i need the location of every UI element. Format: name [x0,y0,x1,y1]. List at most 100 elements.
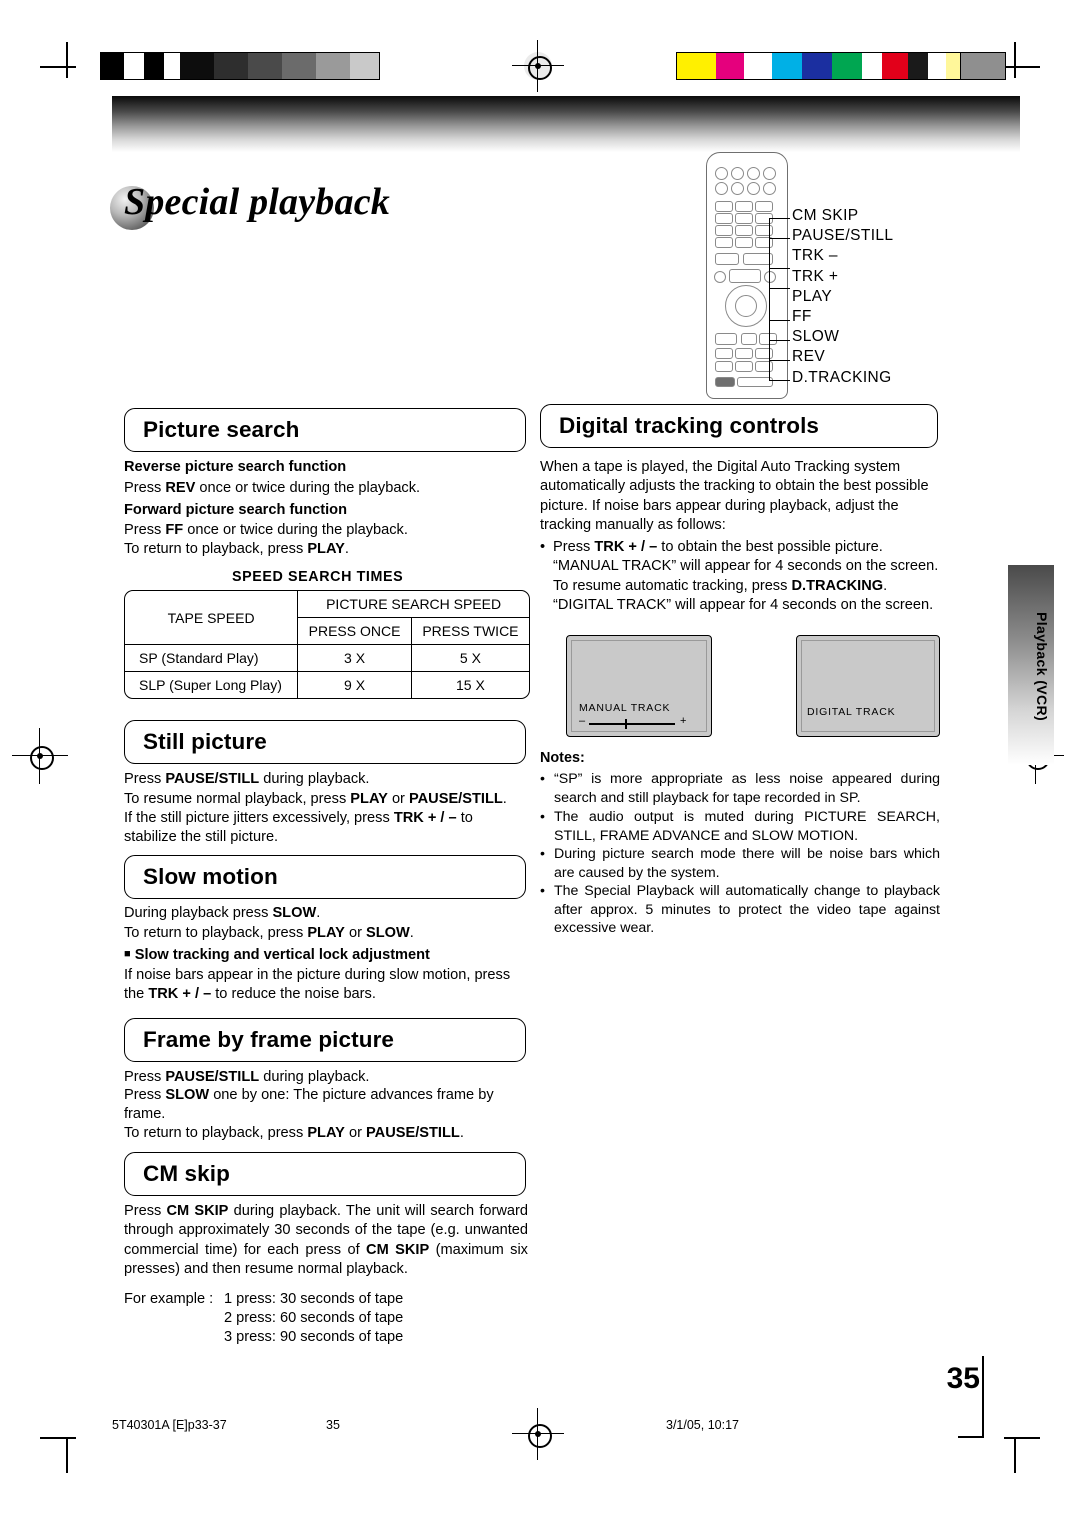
callout-label-pause-still: PAUSE/STILL [792,227,894,245]
registration-mark-left [12,728,68,784]
picture-search-sub-reverse: Reverse picture search function [124,458,524,477]
picture-search-sub-reverse-text: Reverse picture search function [124,459,347,475]
note-item-2: • The audio output is muted during PICTU… [540,808,940,845]
section-heading-digital-tracking-text: Digital tracking controls [559,413,820,438]
remote-cm-skip-button [715,253,739,265]
callout-leader-vert [769,218,771,381]
slow-motion-subheading-text: Slow tracking and vertical lock adjustme… [134,947,430,963]
note-item-4-text: The Special Playback will automatically … [554,883,940,937]
tracking-bar-plus-label: + [680,715,687,727]
picture-search-sub-forward-text: Forward picture search function [124,502,347,518]
section-heading-still-picture-text: Still picture [143,729,267,754]
note-item-4: • The Special Playback will automaticall… [540,882,940,938]
still-picture-line-1: Press PAUSE/STILL during playback. [124,771,370,787]
callout-label-trk-plus: TRK + [792,267,839,285]
remote-control-illustration [706,152,788,399]
callout-label-d-tracking: D.TRACKING [792,368,892,386]
slow-motion-subheading: ■ Slow tracking and vertical lock adjust… [124,945,534,965]
remote-trk-minus-button [714,271,726,283]
callout-label-trk-minus: TRK – [792,247,838,265]
note-item-1: • “SP” is more appropriate as less noise… [540,770,940,807]
table-cell-tape-speed: SLP (Super Long Play) [125,671,299,698]
table-cell-press-twice: 15 X [410,671,529,698]
frame-by-frame-line-3: To return to playback, press PLAY or PAU… [124,1125,464,1141]
table-cell-press-once: 3 X [297,644,412,672]
remote-d-tracking-button [715,377,735,387]
section-heading-picture-search-text: Picture search [143,417,300,442]
still-picture-line-3: If the still picture jitters excessively… [124,810,473,846]
table-cell-press-once: 9 X [297,671,412,698]
callout-label-cm-skip: CM SKIP [792,207,859,224]
section-heading-picture-search: Picture search [124,408,526,452]
cm-skip-example-2: 2 press: 60 seconds of tape [224,1310,404,1326]
table-row-header-1: TAPE SPEED PICTURE SEARCH SPEED [125,591,529,645]
callout-leader-3 [770,268,790,270]
section-heading-slow-motion: Slow motion [124,855,526,899]
cm-skip-example-3: 3 press: 90 seconds of tape [224,1329,404,1345]
page-number-rule-horizontal [958,1436,984,1438]
table-header-tape-speed: TAPE SPEED [125,591,299,645]
callout-leader-6 [770,340,790,342]
crop-mark-br-v [1014,1437,1016,1473]
page-number: 35 [946,1362,980,1395]
crop-mark-bl-v [66,1437,68,1473]
tracking-bar-indicator: – + [579,715,689,730]
picture-search-sub-forward: Forward picture search function [124,501,524,520]
tv-screen-digital-track: DIGITAL TRACK [796,635,940,737]
still-picture-line-2: To resume normal playback, press PLAY or… [124,791,507,807]
speed-table-caption: SPEED SEARCH TIMES [232,569,404,585]
crop-mark-tr-v [1014,42,1016,78]
tv-screen-manual-track-caption: MANUAL TRACK [579,702,671,714]
remote-callout-list: CM SKIP PAUSE/STILL TRK – TRK + PLAY FF … [792,206,992,388]
table-row: SLP (Super Long Play) 9 X 15 X [125,671,529,698]
slow-motion-line-1: During playback press SLOW. [124,905,321,921]
cm-skip-example-label: For example : [124,1290,213,1309]
table-cell-press-twice: 5 X [410,644,529,672]
digital-tracking-bullet: • Press TRK + / – to obtain the best pos… [540,538,940,616]
tv-screen-manual-track: MANUAL TRACK – + [566,635,712,737]
digital-tracking-bullet-text: Press TRK + / – to obtain the best possi… [553,539,939,614]
picture-search-reverse-line: Press REV once or twice during the playb… [124,480,421,496]
section-heading-still-picture: Still picture [124,720,526,764]
color-swatch-strip [676,52,1006,80]
crop-mark-tl-v [66,42,68,78]
remote-rev-button [715,348,733,359]
frame-by-frame-line-1: Press PAUSE/STILL during playback. [124,1069,370,1085]
note-item-1-text: “SP” is more appropriate as less noise a… [554,771,940,806]
digital-tracking-paragraph: When a tape is played, the Digital Auto … [540,459,929,534]
bullet-icon: • [540,809,545,825]
tracking-bar-minus-label: – [579,715,586,727]
callout-leader-5 [770,320,790,322]
table-header-press-once: PRESS ONCE [297,617,412,645]
note-item-3: • During picture search mode there will … [540,845,940,882]
section-heading-cm-skip-text: CM skip [143,1161,230,1186]
section-heading-digital-tracking: Digital tracking controls [540,404,938,448]
page-title-text: Special playback [124,181,390,223]
callout-leader-8 [770,380,790,382]
picture-search-forward-line: Press FF once or twice during the playba… [124,522,408,538]
slow-motion-line-3: If noise bars appear in the picture duri… [124,967,511,1003]
speed-search-table: TAPE SPEED PICTURE SEARCH SPEED PRESS ON… [124,590,530,699]
registration-mark-top [512,40,564,92]
header-gradient-band [112,96,1020,152]
manual-page: Special playback CM SKIP PAUSE/STILL TRK… [0,0,1080,1528]
section-heading-slow-motion-text: Slow motion [143,864,278,889]
remote-play-button [715,333,737,345]
side-tab-label: Playback (VCR) [1034,612,1050,722]
callout-label-rev: REV [792,348,826,366]
footer-right: 3/1/05, 10:17 [666,1418,739,1432]
section-heading-frame-by-frame: Frame by frame picture [124,1018,526,1062]
callout-leader-4 [770,288,790,290]
crop-mark-br-h [1004,1437,1040,1439]
page-title: Special playback [110,180,580,240]
bullet-icon: • [540,539,546,555]
callout-label-slow: SLOW [792,328,840,346]
cm-skip-example-label-text: For example : [124,1291,214,1307]
notes-title: Notes: [540,750,585,766]
section-heading-cm-skip: CM skip [124,1152,526,1196]
picture-search-return-line: To return to playback, press PLAY. [124,541,349,557]
slow-motion-line-2: To return to playback, press PLAY or SLO… [124,925,414,941]
remote-slow-button [759,333,777,345]
table-header-press-twice: PRESS TWICE [410,617,529,645]
crop-mark-tr-h [1004,66,1040,68]
